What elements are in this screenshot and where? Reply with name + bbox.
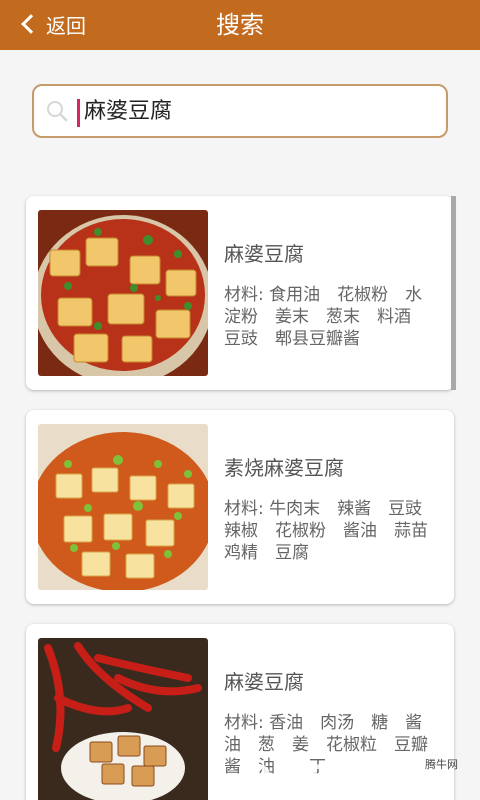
- watermark: 腾牛网 QQTN.com: [245, 754, 470, 796]
- recipe-image: [38, 210, 208, 376]
- recipe-card[interactable]: 麻婆豆腐 材料: 食用油 花椒粉 水淀粉 姜末 葱末 料酒 豆豉 郫县豆瓣酱: [26, 196, 454, 390]
- page-title: 搜索: [216, 11, 264, 39]
- recipe-name: 麻婆豆腐: [224, 242, 304, 266]
- watermark-logo: QQTN.com: [244, 758, 450, 796]
- recipe-card[interactable]: 素烧麻婆豆腐 材料: 牛肉末 辣酱 豆豉 辣椒 花椒粉 酱油 蒜苗 鸡精 豆腐: [26, 410, 454, 604]
- search-field[interactable]: 麻婆豆腐: [32, 84, 448, 138]
- search-input[interactable]: 麻婆豆腐: [84, 96, 172, 128]
- recipe-image: [38, 424, 208, 590]
- scrollbar[interactable]: [451, 196, 456, 390]
- text-cursor: [77, 99, 80, 127]
- recipe-image: [38, 638, 208, 800]
- recipe-name: 麻婆豆腐: [224, 670, 304, 694]
- search-icon: [47, 101, 68, 122]
- recipe-materials: 材料: 食用油 花椒粉 水淀粉 姜末 葱末 料酒 豆豉 郫县豆瓣酱: [224, 285, 428, 349]
- recipe-name: 素烧麻婆豆腐: [224, 456, 344, 480]
- recipe-materials: 材料: 牛肉末 辣酱 豆豉 辣椒 花椒粉 酱油 蒜苗 鸡精 豆腐: [224, 499, 445, 563]
- top-bar: 返回 搜索: [0, 0, 480, 50]
